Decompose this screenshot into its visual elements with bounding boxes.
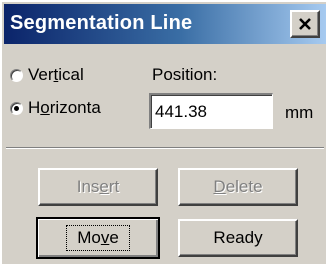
window-title: Segmentation Line: [10, 12, 193, 34]
radio-horizontal-indicator[interactable]: [10, 101, 23, 115]
position-unit: mm: [285, 103, 314, 122]
radio-horizontal-label: Horizonta: [28, 98, 101, 117]
insert-button[interactable]: Insert: [38, 168, 158, 206]
radio-vertical[interactable]: Vertical: [10, 65, 138, 85]
radio-vertical-indicator[interactable]: [10, 68, 23, 82]
move-button-label: Move: [66, 225, 130, 251]
ready-button-label: Ready: [213, 228, 263, 247]
move-button[interactable]: Move: [36, 217, 160, 259]
radio-horizontal[interactable]: Horizonta: [10, 98, 140, 118]
delete-button[interactable]: Delete: [178, 168, 298, 206]
ready-button[interactable]: Ready: [178, 219, 298, 257]
delete-button-label: Delete: [213, 177, 263, 196]
close-icon: [299, 18, 311, 30]
insert-button-label: Insert: [76, 177, 120, 196]
segmentation-line-window: Segmentation Line Vertical Horizonta Pos…: [0, 0, 326, 264]
separator: [6, 147, 324, 149]
title-bar[interactable]: Segmentation Line: [4, 4, 326, 44]
position-input[interactable]: 441.38: [149, 93, 273, 129]
position-label: Position:: [152, 65, 218, 84]
radio-vertical-label: Vertical: [28, 65, 84, 84]
close-button[interactable]: [290, 10, 320, 38]
